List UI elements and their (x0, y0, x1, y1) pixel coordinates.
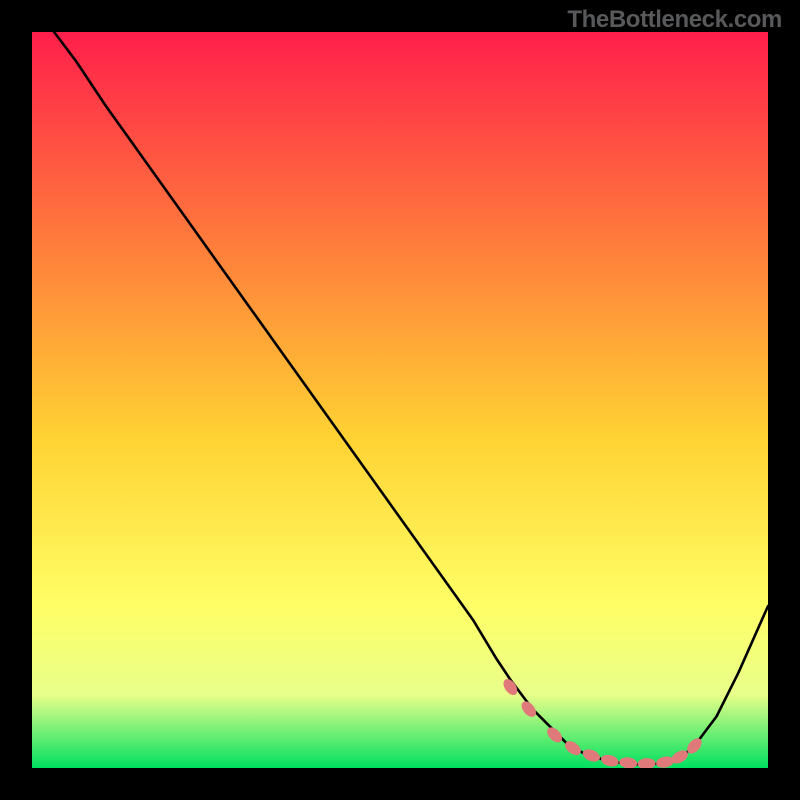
chart-frame: TheBottleneck.com (0, 0, 800, 800)
watermark-text: TheBottleneck.com (567, 6, 782, 34)
gradient-bg (32, 32, 768, 768)
plot-area (32, 32, 768, 768)
chart-svg (32, 32, 768, 768)
